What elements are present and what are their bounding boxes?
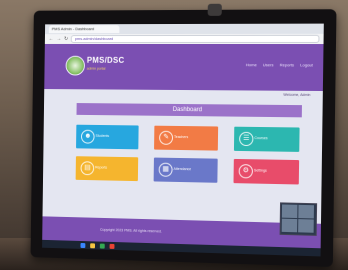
app-icon[interactable]	[109, 243, 115, 249]
folder-icon[interactable]	[90, 242, 96, 248]
welcome-text: Welcome, Admin	[283, 92, 311, 98]
browser-tab-bar: PMS Admin - Dashboard	[44, 23, 324, 35]
tile-students[interactable]: ☻ Students	[76, 124, 139, 150]
start-icon[interactable]	[80, 242, 86, 248]
tile-reports[interactable]: ▤ Reports	[75, 156, 139, 182]
gear-icon: ⚙	[238, 164, 254, 179]
video-participant	[298, 219, 314, 233]
video-participant	[298, 204, 314, 219]
tile-label: Settings	[253, 168, 267, 173]
tile-label: Students	[95, 133, 110, 138]
reload-icon[interactable]: ↻	[64, 36, 68, 42]
url-field[interactable]: pms.admin/dashboard	[70, 34, 320, 44]
screen: PMS Admin - Dashboard ← → ↻ pms.admin/da…	[42, 23, 324, 257]
logo-emblem-icon[interactable]	[65, 55, 86, 76]
browser-icon[interactable]	[99, 243, 105, 249]
back-arrow-icon[interactable]: ←	[49, 36, 54, 42]
users-icon: ☻	[80, 129, 95, 144]
site-header: PMS/DSC admin portal Home Users Reports …	[44, 43, 324, 92]
video-participant	[281, 218, 298, 233]
nav-item-logout[interactable]: Logout	[300, 62, 313, 67]
browser-address-bar: ← → ↻ pms.admin/dashboard	[44, 33, 324, 45]
dashboard-banner: Dashboard	[76, 103, 302, 118]
tile-attendance[interactable]: ▦ Attendance	[153, 157, 218, 183]
footer-text: Copyright 2023 PMS. All rights reserved.	[100, 227, 162, 234]
tile-label: Attendance	[173, 166, 192, 172]
nav-item-home[interactable]: Home	[246, 62, 257, 67]
calendar-icon: ▦	[158, 162, 173, 177]
webcam	[207, 3, 222, 16]
monitor: PMS Admin - Dashboard ← → ↻ pms.admin/da…	[30, 3, 337, 268]
tile-label: Courses	[254, 136, 268, 141]
nav-item-reports[interactable]: Reports	[280, 62, 294, 67]
video-call-overlay[interactable]	[279, 202, 318, 236]
teacher-icon: ✎	[159, 130, 174, 145]
forward-arrow-icon[interactable]: →	[56, 36, 61, 42]
report-icon: ▤	[80, 161, 95, 176]
logo-subtitle: admin portal	[86, 66, 106, 71]
logo-title[interactable]: PMS/DSC	[87, 56, 125, 65]
top-navigation: Home Users Reports Logout	[246, 62, 313, 67]
book-icon: ☰	[239, 131, 254, 147]
tile-teachers[interactable]: ✎ Teachers	[154, 125, 219, 151]
tile-label: Teachers	[173, 134, 189, 140]
tile-courses[interactable]: ☰ Courses	[233, 126, 300, 152]
video-participant	[281, 204, 298, 219]
browser-tab[interactable]: PMS Admin - Dashboard	[48, 25, 120, 34]
tile-label: Reports	[95, 165, 108, 170]
nav-item-users[interactable]: Users	[263, 62, 274, 67]
tile-settings[interactable]: ⚙ Settings	[233, 158, 300, 185]
